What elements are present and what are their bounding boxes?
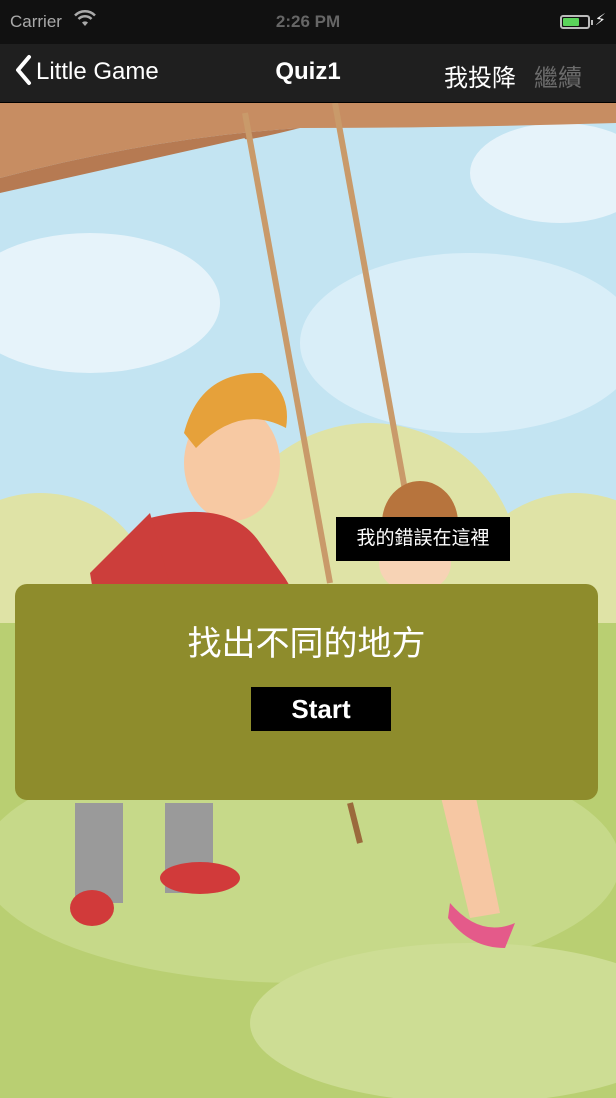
give-up-button[interactable]: 我投降 [444,58,516,93]
navigation-bar: Little Game Quiz1 我投降 繼續 [0,44,616,103]
status-bar: Carrier 2:26 PM ⚡ [0,0,616,44]
back-label: Little Game [36,58,159,85]
back-button[interactable]: Little Game [14,54,159,90]
start-button[interactable]: Start [251,687,391,731]
continue-button[interactable]: 繼續 [534,58,582,93]
clock-label: 2:26 PM [275,12,341,31]
start-panel: 找出不同的地方 Start [15,584,598,800]
error-hint-tooltip: 我的錯誤在這裡 [336,517,510,561]
panel-title: 找出不同的地方 [187,625,426,663]
chevron-left-icon [14,54,32,91]
battery-icon [560,15,593,29]
charging-icon: ⚡ [594,12,606,29]
